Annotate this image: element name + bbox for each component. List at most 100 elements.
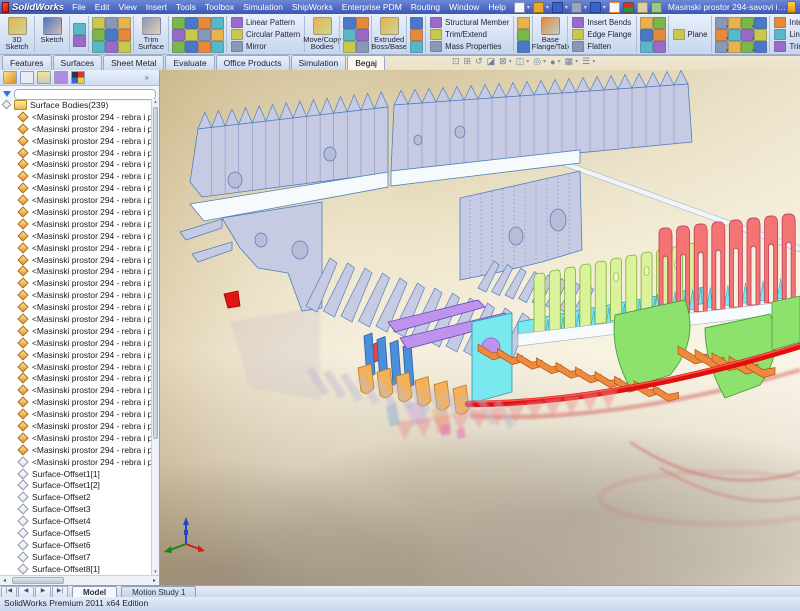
circular-pattern-button[interactable]: Circular Pattern bbox=[231, 29, 300, 40]
toolbar-icon[interactable] bbox=[211, 29, 224, 41]
dropdown-caret-icon[interactable]: ▾ bbox=[603, 4, 606, 11]
toolbar-icon[interactable] bbox=[198, 29, 211, 41]
toolbar-icon[interactable] bbox=[653, 17, 666, 29]
tree-item[interactable]: Surface-Offset4 bbox=[0, 515, 151, 527]
menu-view[interactable]: View bbox=[118, 2, 136, 12]
trim-surface-button[interactable]: Trim Surface bbox=[136, 16, 166, 53]
toolbar-icon[interactable] bbox=[356, 41, 369, 53]
toolbar-icon[interactable] bbox=[105, 17, 118, 29]
tree-item[interactable]: <Masinski prostor 294 - rebra i p bbox=[0, 158, 151, 170]
tree-item[interactable]: Surface-Offset8[1] bbox=[0, 563, 151, 575]
panel-tabs-overflow[interactable]: » bbox=[145, 73, 149, 82]
toolbar-icon[interactable] bbox=[105, 29, 118, 41]
dropdown-caret-icon[interactable]: ▾ bbox=[526, 58, 529, 65]
trim-extend-button[interactable]: Trim/Extend bbox=[430, 29, 509, 40]
dropdown-caret-icon[interactable]: ▾ bbox=[592, 58, 595, 65]
print-icon[interactable] bbox=[571, 2, 582, 13]
sketch-button[interactable]: Sketch bbox=[37, 16, 67, 53]
displaymanager-icon[interactable] bbox=[71, 71, 85, 84]
toolbar-icon[interactable] bbox=[653, 41, 666, 53]
dropdown-caret-icon[interactable]: ▾ bbox=[527, 4, 530, 11]
tree-item[interactable]: <Masinski prostor 294 - rebra i p bbox=[0, 206, 151, 218]
toolbar-icon[interactable] bbox=[343, 29, 356, 41]
menu-simulation[interactable]: Simulation bbox=[243, 2, 283, 12]
dimxpertmanager-icon[interactable] bbox=[54, 71, 68, 84]
menu-edit[interactable]: Edit bbox=[95, 2, 110, 12]
toolbar-icon[interactable] bbox=[410, 17, 423, 29]
mirror-button[interactable]: Mirror bbox=[231, 41, 300, 52]
display-style-icon[interactable]: ◫ bbox=[516, 56, 525, 67]
tree-item[interactable]: <Masinski prostor 294 - rebra i p bbox=[0, 182, 151, 194]
new-document-icon[interactable] bbox=[514, 2, 525, 13]
tree-item[interactable]: Surface-Offset3 bbox=[0, 503, 151, 515]
linear-sketch-p-button[interactable]: Linear Sketch P... bbox=[774, 29, 800, 40]
toolbar-icon[interactable] bbox=[185, 29, 198, 41]
scene-icon[interactable] bbox=[651, 2, 662, 13]
tree-item[interactable]: <Masinski prostor 294 - rebra i p bbox=[0, 456, 151, 468]
tree-item[interactable]: <Masinski prostor 294 - rebra i p bbox=[0, 111, 151, 123]
toolbar-icon[interactable] bbox=[172, 29, 185, 41]
view-settings-icon[interactable]: ☰ bbox=[582, 56, 590, 67]
toolbar-icon[interactable] bbox=[185, 17, 198, 29]
toolbar-icon[interactable] bbox=[356, 29, 369, 41]
tree-item[interactable]: <Masinski prostor 294 - rebra i p bbox=[0, 135, 151, 147]
intersection-cu-button[interactable]: Intersection Cu... bbox=[774, 17, 800, 28]
undo-icon[interactable] bbox=[590, 2, 601, 13]
trim-entities-button[interactable]: Trim Entities bbox=[774, 41, 800, 52]
tree-horizontal-scrollbar[interactable]: ◂ ▸ bbox=[0, 575, 159, 585]
dropdown-caret-icon[interactable]: ▾ bbox=[565, 4, 568, 11]
tree-item[interactable]: <Masinski prostor 294 - rebra i p bbox=[0, 361, 151, 373]
toolbar-icon[interactable] bbox=[118, 29, 131, 41]
menu-routing[interactable]: Routing bbox=[411, 2, 440, 12]
hide-show-items-icon[interactable]: ◎ bbox=[533, 56, 541, 67]
toolbar-icon[interactable] bbox=[517, 29, 530, 41]
tree-item[interactable]: Surface-Offset1[1] bbox=[0, 468, 151, 480]
toolbar-icon[interactable] bbox=[92, 29, 105, 41]
propertymanager-icon[interactable] bbox=[20, 71, 34, 84]
tree-item[interactable]: <Masinski prostor 294 - rebra i p bbox=[0, 337, 151, 349]
tree-item[interactable]: <Masinski prostor 294 - rebra i p bbox=[0, 420, 151, 432]
toolbar-icon[interactable] bbox=[517, 17, 530, 29]
toolbar-icon[interactable] bbox=[343, 17, 356, 29]
tree-item[interactable]: <Masinski prostor 294 - rebra i p bbox=[0, 277, 151, 289]
solidworks-resources-icon[interactable] bbox=[787, 1, 796, 13]
tree-item[interactable]: Surface-Offset7 bbox=[0, 551, 151, 563]
toolbar-icon[interactable]: ▾ bbox=[715, 17, 728, 29]
tree-item[interactable]: <Masinski prostor 294 - rebra i p bbox=[0, 242, 151, 254]
tree-item[interactable]: <Masinski prostor 294 - rebra i p bbox=[0, 408, 151, 420]
tree-filter-input[interactable] bbox=[14, 89, 156, 100]
menu-help[interactable]: Help bbox=[488, 2, 505, 12]
move-copy-bodies-button[interactable]: Move/Copy Bodies bbox=[307, 16, 337, 53]
toolbar-icon[interactable] bbox=[118, 41, 131, 53]
save-icon[interactable] bbox=[552, 2, 563, 13]
menu-enterprise-pdm[interactable]: Enterprise PDM bbox=[342, 2, 402, 12]
open-icon[interactable] bbox=[533, 2, 544, 13]
tree-vertical-scrollbar[interactable]: ▴▾ bbox=[151, 99, 159, 575]
toolbar-icon[interactable] bbox=[73, 23, 86, 35]
scroll-left-arrow[interactable]: ◂ bbox=[0, 577, 9, 584]
menu-window[interactable]: Window bbox=[449, 2, 479, 12]
viewport-3d[interactable] bbox=[160, 70, 800, 585]
collapse-diamond-icon[interactable] bbox=[2, 100, 12, 110]
view-orientation-icon[interactable]: ⊠ bbox=[499, 56, 507, 67]
toolbar-icon[interactable] bbox=[728, 29, 741, 41]
tree-item[interactable]: <Masinski prostor 294 - rebra i p bbox=[0, 289, 151, 301]
toolbar-icon[interactable] bbox=[754, 17, 767, 29]
tab-begaj[interactable]: Begaj bbox=[347, 55, 385, 70]
toolbar-icon[interactable] bbox=[198, 41, 211, 53]
tree-item[interactable]: <Masinski prostor 294 - rebra i p bbox=[0, 123, 151, 135]
toolbar-icon[interactable] bbox=[198, 17, 211, 29]
tab-simulation[interactable]: Simulation bbox=[291, 55, 347, 70]
toolbar-icon[interactable]: ▾ bbox=[715, 41, 728, 53]
featuremanager-icon[interactable] bbox=[3, 71, 17, 84]
toolbar-icon[interactable] bbox=[640, 29, 653, 41]
tree-item[interactable]: <Masinski prostor 294 - rebra i p bbox=[0, 301, 151, 313]
tree-item[interactable]: <Masinski prostor 294 - rebra i p bbox=[0, 265, 151, 277]
file-properties-icon[interactable] bbox=[637, 2, 648, 13]
zoom-area-icon[interactable]: ⊞ bbox=[464, 56, 472, 67]
dropdown-caret-icon[interactable]: ▾ bbox=[584, 4, 587, 11]
menu-insert[interactable]: Insert bbox=[146, 2, 167, 12]
toolbar-icon[interactable] bbox=[92, 41, 105, 53]
toolbar-icon[interactable] bbox=[728, 17, 741, 29]
tree-item[interactable]: <Masinski prostor 294 - rebra i p bbox=[0, 325, 151, 337]
